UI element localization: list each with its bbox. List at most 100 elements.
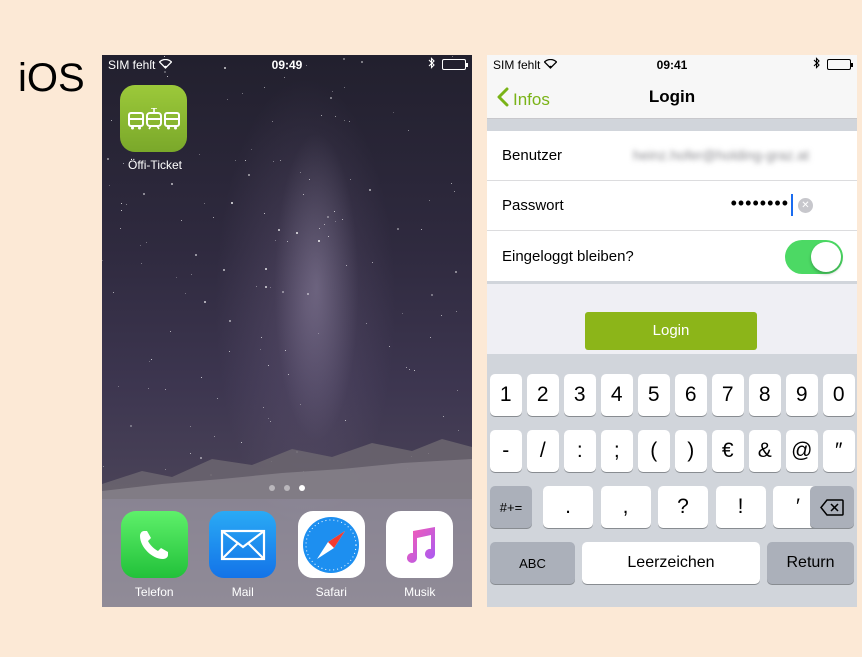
key-symbol[interactable]: :: [564, 430, 596, 472]
key-symbol[interactable]: (: [638, 430, 670, 472]
star: [248, 174, 251, 177]
star: [328, 236, 330, 238]
star: [368, 189, 371, 192]
password-row[interactable]: Passwort •••••••• ✕: [487, 181, 857, 231]
star: [244, 159, 246, 161]
back-button[interactable]: Infos: [497, 87, 550, 112]
page-dot-active: [299, 485, 305, 491]
chevron-left-icon[interactable]: [497, 87, 509, 112]
clock: 09:41: [656, 58, 688, 72]
dock-app-mail[interactable]: Mail: [208, 511, 278, 607]
star: [345, 264, 347, 266]
user-row[interactable]: Benutzer heinz.hofer@holding-graz.at: [487, 131, 857, 181]
star: [195, 254, 198, 257]
space-key[interactable]: Leerzeichen: [582, 542, 760, 584]
star: [406, 367, 407, 369]
key-symbol[interactable]: @: [786, 430, 818, 472]
star: [334, 210, 336, 212]
music-note-icon[interactable]: [386, 511, 454, 578]
mail-icon[interactable]: [209, 511, 277, 578]
dock-label: Musik: [404, 585, 436, 599]
star: [263, 213, 265, 215]
login-button[interactable]: Login: [585, 312, 757, 350]
star: [201, 376, 203, 378]
star: [169, 331, 171, 333]
dock-app-musik[interactable]: Musik: [385, 511, 455, 607]
key-symbol[interactable]: /: [527, 430, 559, 472]
star: [414, 370, 416, 372]
star: [283, 76, 285, 78]
star: [326, 216, 329, 219]
dock-app-telefon[interactable]: Telefon: [119, 511, 189, 607]
app-offi-ticket[interactable]: Öffi-Ticket: [120, 85, 190, 172]
key-5[interactable]: 5: [638, 374, 670, 416]
key-0[interactable]: 0: [823, 374, 855, 416]
key-symbol[interactable]: &: [749, 430, 781, 472]
star: [343, 87, 345, 89]
key-9[interactable]: 9: [786, 374, 818, 416]
key-7[interactable]: 7: [712, 374, 744, 416]
key-3[interactable]: 3: [564, 374, 596, 416]
star: [443, 416, 445, 418]
return-key[interactable]: Return: [767, 542, 854, 584]
key-6[interactable]: 6: [675, 374, 707, 416]
delete-icon[interactable]: [820, 498, 844, 516]
star: [344, 119, 346, 121]
password-field[interactable]: ••••••••: [731, 193, 789, 214]
star: [401, 312, 403, 314]
star: [259, 349, 261, 351]
key-symbol[interactable]: €: [712, 430, 744, 472]
key-symbol[interactable]: ″: [823, 430, 855, 472]
login-status-bar: SIM fehlt 09:41: [487, 55, 857, 75]
star: [317, 332, 319, 334]
star: [143, 192, 146, 195]
key-punctuation[interactable]: ?: [658, 486, 708, 528]
key-symbol[interactable]: ): [675, 430, 707, 472]
key-punctuation[interactable]: .: [543, 486, 593, 528]
key-4[interactable]: 4: [601, 374, 633, 416]
star: [335, 221, 337, 223]
abc-key[interactable]: ABC: [490, 542, 575, 584]
star: [334, 116, 336, 118]
phone-icon[interactable]: [120, 511, 188, 578]
star: [299, 172, 301, 174]
star: [191, 274, 193, 276]
key-punctuation[interactable]: !: [715, 486, 766, 528]
toggle-knob: [811, 242, 841, 272]
star: [308, 179, 310, 181]
symbols-shift-key[interactable]: #+=: [490, 486, 532, 528]
key-1[interactable]: 1: [490, 374, 522, 416]
dock-app-safari[interactable]: Safari: [296, 511, 366, 607]
train-bus-tram-icon[interactable]: [120, 85, 187, 152]
key-punctuation[interactable]: ,: [600, 486, 651, 528]
star: [203, 203, 205, 205]
clock: 09:49: [271, 58, 303, 72]
star: [299, 403, 301, 405]
star: [212, 217, 214, 219]
star: [227, 99, 229, 100]
key-symbol[interactable]: ;: [601, 430, 633, 472]
dock-label: Mail: [231, 585, 254, 599]
back-label[interactable]: Infos: [513, 90, 550, 110]
stay-logged-in-toggle[interactable]: [785, 240, 843, 274]
star: [321, 115, 323, 117]
key-symbol[interactable]: -: [490, 430, 522, 472]
delete-key[interactable]: [810, 486, 854, 528]
page-indicator[interactable]: [102, 485, 472, 491]
key-2[interactable]: 2: [527, 374, 559, 416]
clear-icon[interactable]: ✕: [798, 198, 813, 213]
star: [102, 259, 104, 261]
safari-compass-icon[interactable]: [297, 511, 365, 578]
star: [139, 245, 141, 247]
star: [256, 286, 258, 288]
star: [428, 199, 430, 201]
user-field[interactable]: heinz.hofer@holding-graz.at: [633, 147, 809, 163]
star: [451, 182, 453, 184]
star: [269, 287, 271, 289]
app-label: Öffi-Ticket: [127, 158, 182, 172]
star: [216, 398, 218, 400]
key-8[interactable]: 8: [749, 374, 781, 416]
star: [455, 271, 458, 274]
star: [350, 179, 352, 181]
bluetooth-icon: [428, 57, 436, 72]
